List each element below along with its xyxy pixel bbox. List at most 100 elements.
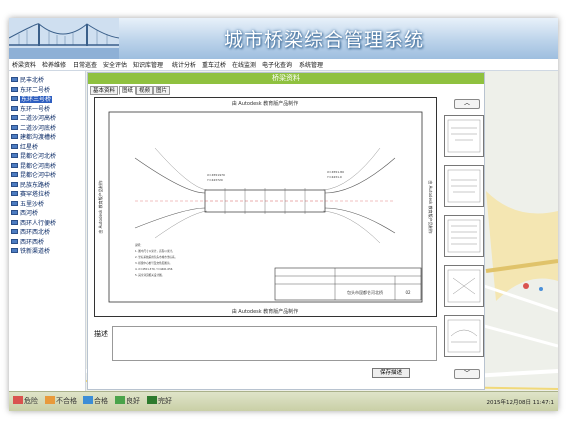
scroll-down-button[interactable]: ﹀ — [454, 369, 480, 379]
save-description-button[interactable]: 保存描述 — [372, 368, 410, 378]
bridge-drawing: 由 Autodesk 教育版产品制作 由 Autodesk 教育版产品制作 由 … — [95, 98, 436, 316]
tree-item[interactable]: 西环西北桥 — [11, 227, 50, 236]
menu-item-monitoring[interactable]: 在线监测 — [232, 60, 256, 69]
tree-item[interactable]: 东环一号桥 — [11, 104, 50, 113]
legend-label: 不合格 — [56, 397, 77, 405]
bridge-illustration — [9, 18, 119, 59]
tree-item[interactable]: 民丰北桥 — [11, 75, 44, 84]
app-window: 城市桥梁综合管理系统 桥梁资料 检养维修 日常巡查 安全评估 知识库管理 统计分… — [9, 18, 558, 411]
tab-basic-info[interactable]: 基本资料 — [90, 86, 119, 95]
svg-text:5. 其余详见相关设计图。: 5. 其余详见相关设计图。 — [135, 273, 164, 277]
menu-item-bridge-data[interactable]: 桥梁资料 — [12, 60, 36, 69]
app-header: 城市桥梁综合管理系统 — [9, 18, 558, 59]
bridge-node-icon — [11, 229, 18, 234]
drawing-thumbnail[interactable] — [444, 165, 484, 207]
menu-item-safety[interactable]: 安全评估 — [103, 60, 127, 69]
tree-item[interactable]: 民族东路桥 — [11, 180, 50, 189]
legend-danger: 危险 — [13, 396, 38, 406]
tree-item[interactable]: 红星桥 — [11, 142, 38, 151]
app-title: 城市桥梁综合管理系统 — [224, 29, 425, 51]
bridge-good-icon — [115, 396, 125, 404]
tree-item-label: 民族东路桥 — [20, 181, 51, 189]
tree-item[interactable]: 东环三号桥 — [11, 94, 53, 103]
drawing-footer-text: 由 Autodesk 教育版产品制作 — [232, 308, 299, 315]
tree-item[interactable]: 西环西桥 — [11, 237, 44, 246]
bridge-node-icon — [11, 134, 18, 139]
tree-item[interactable]: 二道沙河高桥 — [11, 113, 56, 122]
tab-drawings[interactable]: 图纸 — [119, 86, 137, 95]
bridge-node-icon — [11, 124, 18, 130]
tree-item[interactable]: 二道沙河底桥 — [11, 123, 56, 132]
svg-text:说明：: 说明： — [135, 243, 143, 247]
bridge-data-panel: 桥梁资料 基本资料 图纸 视频 图片 由 Autodesk 教育版产品制作 由 … — [87, 72, 485, 390]
drawing-thumbnail[interactable] — [444, 265, 484, 307]
svg-text:X=4551.80: X=4551.80 — [327, 170, 344, 174]
svg-text:1. 图中尺寸以米计，高程以米计。: 1. 图中尺寸以米计，高程以米计。 — [135, 249, 175, 253]
legend-label: 良好 — [126, 397, 140, 405]
menu-item-maintenance[interactable]: 检养维修 — [42, 60, 66, 69]
bridge-node-icon — [11, 238, 18, 244]
panel-title: 桥梁资料 — [88, 73, 484, 84]
tree-item-label: 西环西桥 — [20, 238, 45, 246]
drawing-thumbnail[interactable] — [444, 215, 484, 257]
tab-video[interactable]: 视频 — [136, 86, 154, 95]
legend-good: 良好 — [115, 396, 140, 406]
bridge-tree: 民丰北桥 东环二号桥东环三号桥 东环一号桥 二道沙河高桥二道沙河底桥 建都沟渡槽桥 红星桥… — [9, 71, 86, 391]
tree-item-label: 东环三号桥 — [20, 96, 53, 103]
bridge-qualified-icon — [83, 396, 93, 404]
menu-item-e-query[interactable]: 电子化查询 — [262, 60, 292, 69]
bridge-node-icon — [11, 191, 18, 196]
tree-item-label: 二道沙河底桥 — [20, 124, 57, 132]
tab-pictures[interactable]: 图片 — [153, 86, 171, 95]
menu-item-statistics[interactable]: 统计分析 — [172, 60, 196, 69]
bridge-node-icon — [11, 143, 18, 149]
tree-item[interactable]: 铁新渠道桥 — [11, 246, 50, 255]
tree-item[interactable]: 东环二号桥 — [11, 85, 50, 94]
svg-text:Y=4431.0: Y=4431.0 — [327, 175, 342, 179]
tree-item[interactable]: 西环人行便桥 — [11, 218, 56, 227]
svg-text:2. 坐标系统采用包头市城市坐标系。: 2. 坐标系统采用包头市城市坐标系。 — [135, 255, 177, 259]
tree-item[interactable]: 建都沟渡槽桥 — [11, 132, 56, 141]
svg-text:4. X=4551.370, Y=4461.056: 4. X=4551.370, Y=4461.056 — [135, 267, 173, 271]
bridge-node-icon — [11, 162, 18, 168]
tree-item[interactable]: 昆都仑河南桥 — [11, 161, 56, 170]
menu-item-daily-patrol[interactable]: 日常巡查 — [73, 60, 97, 69]
menu-item-system[interactable]: 系统管理 — [299, 60, 323, 69]
menu-item-knowledge[interactable]: 知识库管理 — [133, 60, 163, 69]
drawing-viewer[interactable]: 由 Autodesk 教育版产品制作 由 Autodesk 教育版产品制作 由 … — [94, 97, 437, 317]
scroll-up-button[interactable]: ︿ — [454, 99, 480, 109]
tree-item-label: 昆都仑河北桥 — [20, 153, 57, 160]
bridge-node-icon — [11, 210, 18, 215]
tree-item-label: 昆都仑河中桥 — [20, 172, 57, 179]
main-menu: 桥梁资料 检养维修 日常巡查 安全评估 知识库管理 统计分析 重车过桥 在线监测… — [9, 59, 558, 71]
bridge-intact-icon — [147, 396, 157, 404]
description-label: 描述 — [94, 330, 108, 338]
bridge-node-icon — [11, 86, 18, 92]
description-input[interactable] — [112, 326, 437, 361]
drawing-right-text: 由 Autodesk 教育版产品制作 — [428, 180, 434, 233]
legend-label: 合格 — [94, 397, 108, 405]
bridge-node-icon — [11, 248, 18, 253]
menu-item-heavy-vehicle[interactable]: 重车过桥 — [202, 60, 226, 69]
bridge-node-icon — [11, 96, 18, 101]
tree-item-label: 红星桥 — [20, 143, 39, 151]
drawing-title-block: 包头市昆都仑河北桥 — [347, 289, 383, 295]
bridge-node-icon — [11, 153, 18, 158]
legend-label: 完好 — [158, 397, 172, 405]
tree-item[interactable]: 昆都仑河北桥 — [11, 151, 56, 160]
svg-text:Y=443720: Y=443720 — [207, 178, 223, 182]
tree-item[interactable]: 西河桥 — [11, 208, 38, 217]
tree-item[interactable]: 赛罕塔拉桥 — [11, 189, 50, 198]
drawing-thumbnail[interactable] — [444, 115, 484, 157]
tree-item-label: 西环西北桥 — [20, 229, 51, 236]
tree-item[interactable]: 昆都仑河中桥 — [11, 170, 56, 179]
tree-item-label: 西环人行便桥 — [20, 219, 57, 227]
bridge-danger-icon — [13, 396, 23, 404]
tree-item-label: 建都沟渡槽桥 — [20, 134, 57, 141]
drawing-thumbnail[interactable] — [444, 315, 484, 357]
tree-item[interactable]: 五里沙桥 — [11, 199, 44, 208]
drawing-left-text: 由 Autodesk 教育版产品制作 — [97, 180, 103, 233]
legend-intact: 完好 — [147, 396, 172, 406]
tree-item-label: 民丰北桥 — [20, 77, 45, 84]
bridge-node-icon — [11, 105, 18, 111]
